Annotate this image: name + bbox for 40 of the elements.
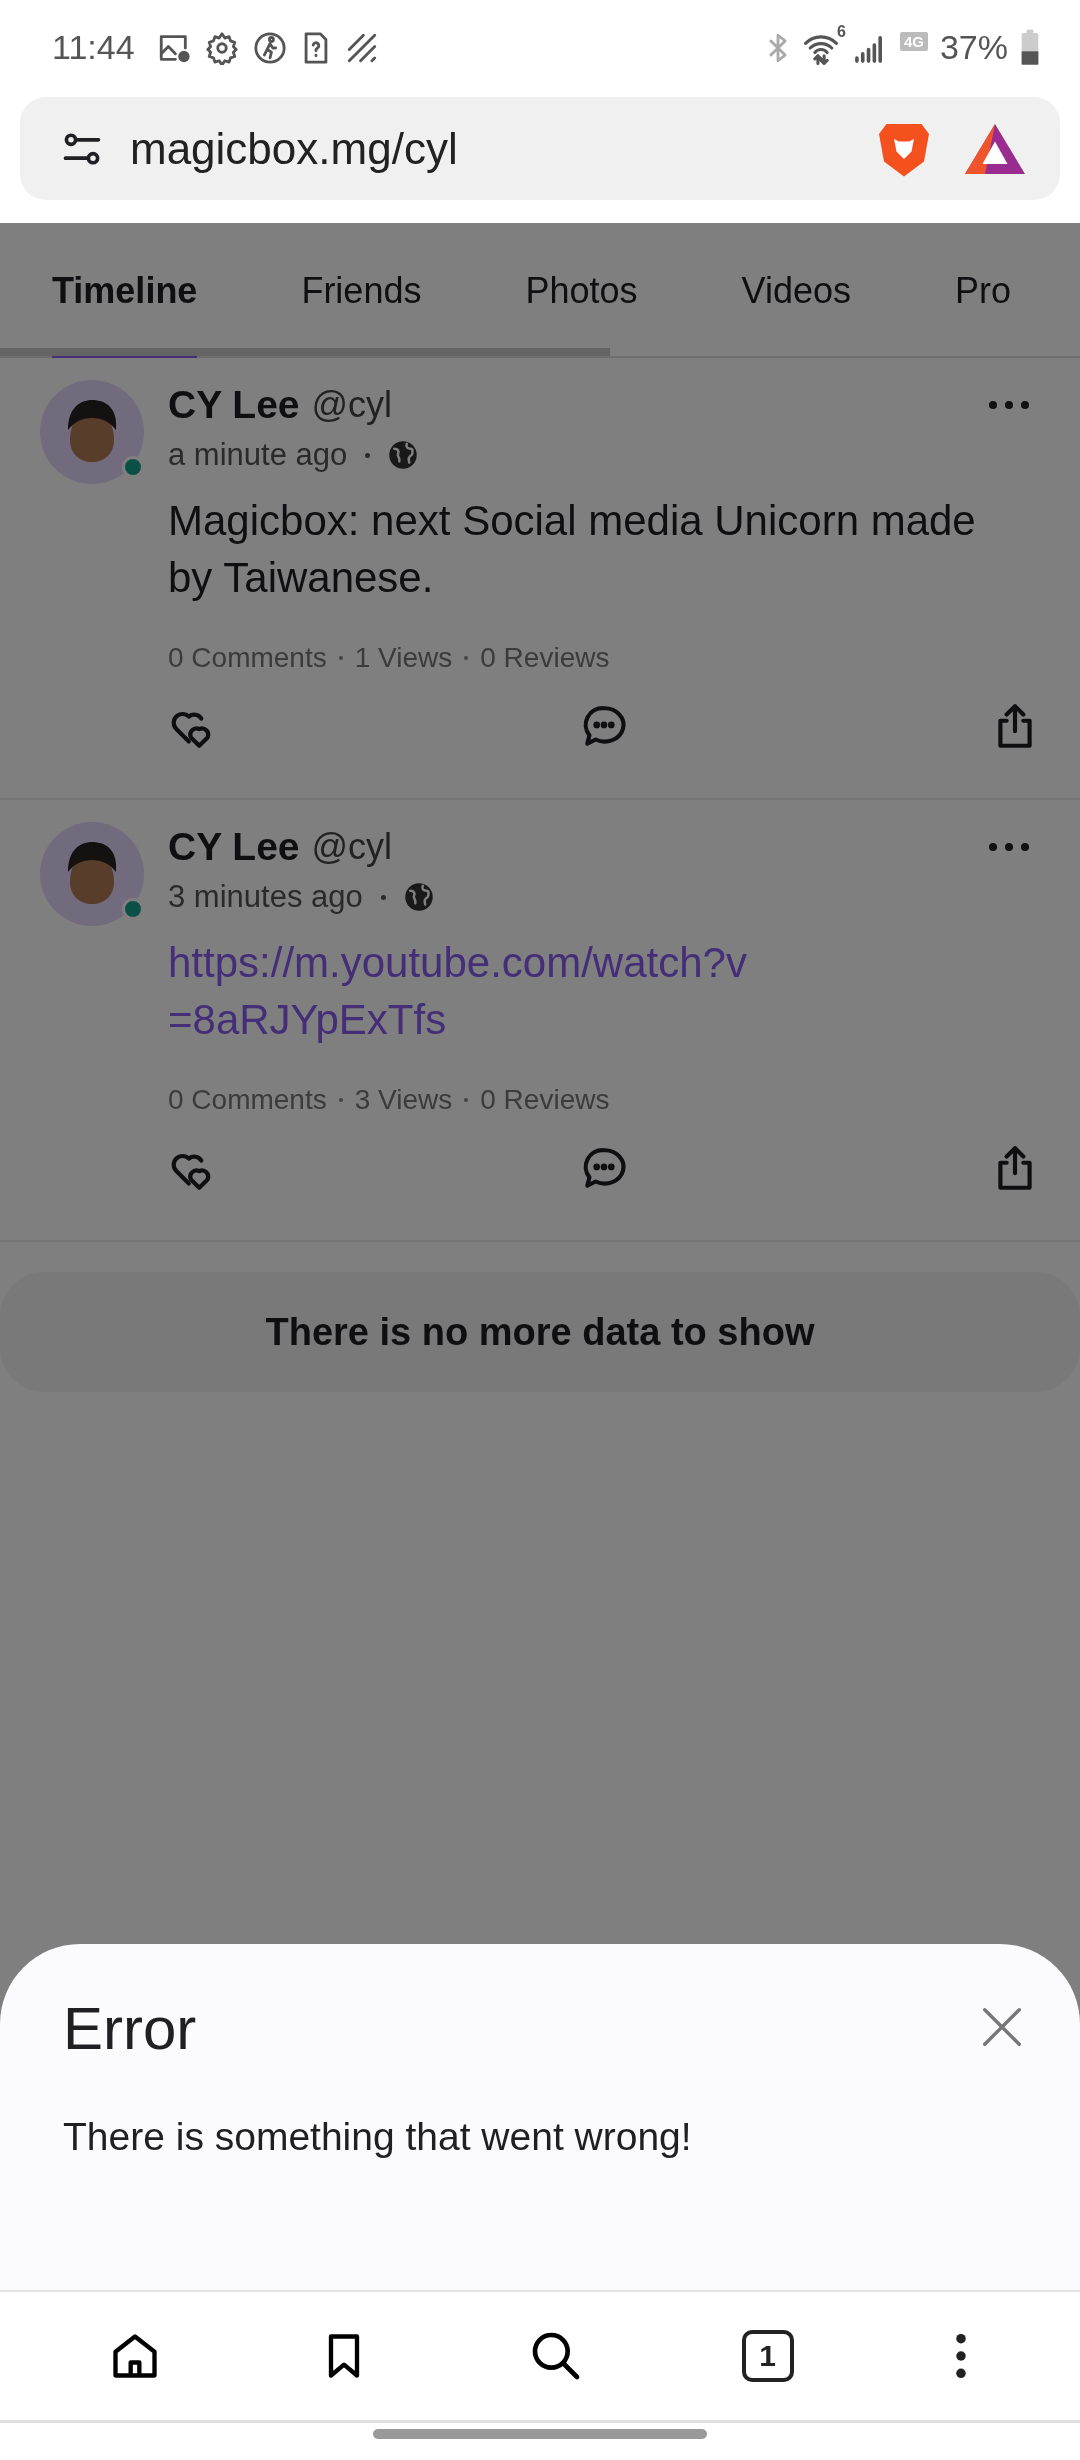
more-icon[interactable] — [986, 840, 1032, 854]
author-name[interactable]: CY Lee — [168, 825, 300, 869]
separator-dot — [380, 894, 386, 900]
separator-dot — [464, 656, 469, 660]
globe-icon — [403, 882, 434, 912]
post-text: Magicbox: next Social media Unicorn made by Taiwanese. — [168, 496, 977, 603]
post-stat[interactable]: 1 Views — [354, 642, 453, 674]
battery-icon — [1020, 28, 1040, 67]
post-stat[interactable]: 0 Reviews — [480, 1084, 610, 1116]
post-link[interactable]: https://m.youtube.com/watch?v=8aRJYpExTfs — [168, 934, 753, 1048]
separator-dot — [464, 1098, 469, 1102]
sheet-title: Error — [63, 1994, 198, 2063]
error-message: There is something that went wrong! — [63, 2115, 693, 2159]
separator-dot — [338, 656, 343, 660]
globe-icon — [388, 440, 419, 470]
battery-percent: 37% — [939, 28, 1008, 67]
wifi-generation-label: 6 — [837, 22, 846, 41]
profile-tab[interactable]: Videos — [741, 223, 851, 358]
profile-tab[interactable]: Pro — [954, 223, 1011, 358]
post-stat[interactable]: 0 Comments — [168, 642, 327, 674]
walking-person-icon — [252, 30, 287, 65]
post-time: a minute ago — [168, 437, 348, 473]
post-stat[interactable]: 0 Comments — [168, 1084, 327, 1116]
author-handle: @cyl — [311, 826, 393, 868]
gear-icon — [204, 30, 239, 65]
end-of-list-message: There is no more data to show — [0, 1272, 1080, 1392]
network-type: 4G — [899, 32, 928, 51]
clock-time: 11:44 — [52, 28, 135, 67]
post-stat[interactable]: 3 Views — [354, 1084, 453, 1116]
separator-dot — [365, 452, 371, 458]
tab-count-button[interactable]: 1 — [741, 2330, 794, 2382]
author-handle: @cyl — [311, 384, 393, 426]
author-name[interactable]: CY Lee — [168, 383, 300, 427]
profile-tab[interactable]: Timeline — [52, 223, 198, 358]
more-icon[interactable] — [986, 398, 1032, 412]
separator-dot — [338, 1098, 343, 1102]
url-text: magicbox.mg/cyl — [130, 123, 459, 174]
address-bar[interactable]: magicbox.mg/cyl — [20, 97, 1060, 200]
post-stat[interactable]: 0 Reviews — [480, 642, 610, 674]
post-time: 3 minutes ago — [168, 879, 363, 915]
